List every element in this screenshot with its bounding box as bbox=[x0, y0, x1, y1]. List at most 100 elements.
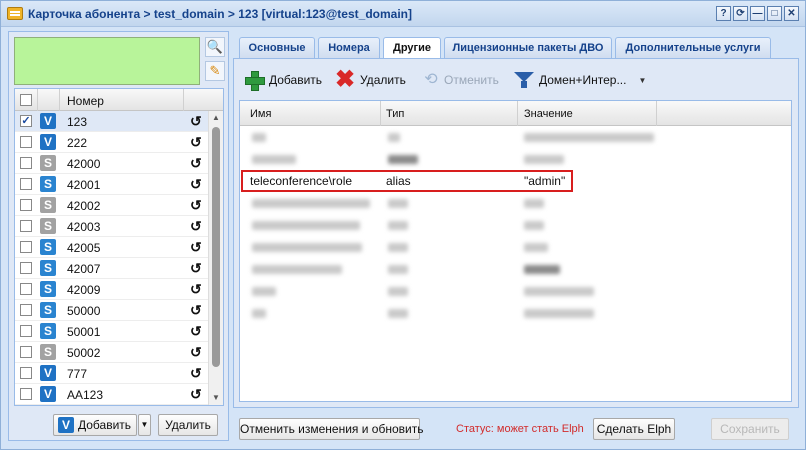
number-column-header[interactable]: Номер bbox=[67, 94, 104, 108]
history-icon[interactable]: ↺ bbox=[190, 176, 202, 193]
list-item[interactable]: V 222 ↺ bbox=[15, 132, 208, 153]
row-checkbox[interactable] bbox=[20, 199, 32, 211]
list-item[interactable]: ✓ V 123 ↺ bbox=[15, 111, 208, 132]
row-checkbox[interactable] bbox=[20, 136, 32, 148]
table-row[interactable] bbox=[240, 192, 791, 214]
help-button[interactable]: ? bbox=[716, 6, 731, 21]
list-item[interactable]: S 50002 ↺ bbox=[15, 342, 208, 363]
row-checkbox[interactable]: ✓ bbox=[20, 115, 32, 127]
virtual-icon: V bbox=[40, 365, 56, 381]
add-number-button[interactable]: V Добавить bbox=[53, 414, 137, 436]
row-checkbox[interactable] bbox=[20, 220, 32, 232]
plus-icon bbox=[243, 69, 265, 91]
row-checkbox[interactable] bbox=[20, 262, 32, 274]
scroll-thumb[interactable] bbox=[212, 127, 220, 367]
row-checkbox[interactable] bbox=[20, 346, 32, 358]
row-checkbox[interactable] bbox=[20, 241, 32, 253]
table-row[interactable] bbox=[240, 148, 791, 170]
history-icon[interactable]: ↺ bbox=[190, 323, 202, 340]
number-cell: 42000 bbox=[67, 157, 101, 171]
row-checkbox[interactable] bbox=[20, 388, 32, 400]
number-cell: 50000 bbox=[67, 304, 101, 318]
scroll-up-icon[interactable]: ▲ bbox=[209, 111, 223, 125]
history-icon[interactable]: ↺ bbox=[190, 155, 202, 172]
pencil-icon[interactable]: ✎ bbox=[205, 61, 225, 81]
tab-license-packages[interactable]: Лицензионные пакеты ДВО bbox=[444, 37, 612, 59]
number-cell: 42009 bbox=[67, 283, 101, 297]
history-icon[interactable]: ↺ bbox=[190, 218, 202, 235]
table-row[interactable] bbox=[240, 302, 791, 324]
table-row[interactable] bbox=[240, 258, 791, 280]
history-icon[interactable]: ↺ bbox=[190, 113, 202, 130]
undo-button[interactable]: ⟲ Отменить bbox=[422, 69, 499, 91]
sip-icon: S bbox=[40, 260, 56, 276]
history-icon[interactable]: ↺ bbox=[190, 197, 202, 214]
list-item[interactable]: S 42005 ↺ bbox=[15, 237, 208, 258]
table-row-highlighted[interactable]: teleconference\role alias "admin" bbox=[240, 170, 791, 192]
numbers-grid-header: Номер bbox=[15, 89, 223, 111]
make-elph-button[interactable]: Сделать Elph bbox=[593, 418, 675, 440]
table-row[interactable] bbox=[240, 280, 791, 302]
row-checkbox[interactable] bbox=[20, 367, 32, 379]
history-icon[interactable]: ↺ bbox=[190, 365, 202, 382]
minimize-button[interactable]: — bbox=[750, 6, 765, 21]
row-checkbox[interactable] bbox=[20, 157, 32, 169]
scroll-down-icon[interactable]: ▼ bbox=[209, 391, 223, 405]
table-row[interactable] bbox=[240, 126, 791, 148]
tab-main[interactable]: Основные bbox=[239, 37, 315, 59]
tab-other[interactable]: Другие bbox=[383, 37, 441, 60]
type-column-header[interactable]: Тип bbox=[386, 108, 404, 120]
history-icon[interactable]: ↺ bbox=[190, 134, 202, 151]
list-item[interactable]: S 42007 ↺ bbox=[15, 258, 208, 279]
status-text: Статус: может стать Elph bbox=[456, 423, 584, 435]
row-checkbox[interactable] bbox=[20, 304, 32, 316]
numbers-scrollbar[interactable]: ▲ ▼ bbox=[208, 111, 223, 405]
delete-number-button[interactable]: Удалить bbox=[158, 414, 218, 436]
number-cell: 42005 bbox=[67, 241, 101, 255]
list-item[interactable]: S 42001 ↺ bbox=[15, 174, 208, 195]
table-row[interactable] bbox=[240, 236, 791, 258]
list-item[interactable]: S 42003 ↺ bbox=[15, 216, 208, 237]
virtual-icon: V bbox=[40, 113, 56, 129]
number-cell: 42001 bbox=[67, 178, 101, 192]
history-icon[interactable]: ↺ bbox=[190, 239, 202, 256]
revert-and-refresh-button[interactable]: Отменить изменения и обновить bbox=[239, 418, 423, 440]
list-item[interactable]: S 42002 ↺ bbox=[15, 195, 208, 216]
row-checkbox[interactable] bbox=[20, 325, 32, 337]
save-button[interactable]: Сохранить bbox=[711, 418, 789, 440]
list-item[interactable]: S 50001 ↺ bbox=[15, 321, 208, 342]
select-all-checkbox[interactable] bbox=[20, 94, 32, 106]
list-item[interactable]: S 50000 ↺ bbox=[15, 300, 208, 321]
list-item[interactable]: S 42000 ↺ bbox=[15, 153, 208, 174]
tab-numbers[interactable]: Номера bbox=[318, 37, 380, 59]
filter-icon bbox=[513, 70, 535, 90]
value-column-header[interactable]: Значение bbox=[524, 108, 573, 120]
numbers-panel: 🔍 ✎ Номер ✓ V 123 ↺ V 222 ↺ S 42000 ↺ S 42001 ↺ S 4200… bbox=[8, 31, 229, 441]
list-item[interactable]: V AA123 ↺ bbox=[15, 384, 208, 405]
history-icon[interactable]: ↺ bbox=[190, 260, 202, 277]
history-icon[interactable]: ↺ bbox=[190, 302, 202, 319]
refresh-button[interactable]: ⟳ bbox=[733, 6, 748, 21]
add-button[interactable]: Добавить bbox=[243, 69, 322, 91]
sip-icon: S bbox=[40, 281, 56, 297]
row-checkbox[interactable] bbox=[20, 283, 32, 295]
sip-icon: S bbox=[40, 302, 56, 318]
history-icon[interactable]: ↺ bbox=[190, 281, 202, 298]
tab-additional-services[interactable]: Дополнительные услуги bbox=[615, 37, 771, 59]
numbers-grid: Номер ✓ V 123 ↺ V 222 ↺ S 42000 ↺ S 42001 ↺ S 42002 ↺ S 4… bbox=[14, 88, 224, 406]
list-item[interactable]: V 777 ↺ bbox=[15, 363, 208, 384]
history-icon[interactable]: ↺ bbox=[190, 386, 202, 403]
search-icon[interactable]: 🔍 bbox=[205, 37, 225, 57]
list-item[interactable]: S 42009 ↺ bbox=[15, 279, 208, 300]
name-column-header[interactable]: Имя bbox=[250, 108, 271, 120]
add-dropdown-button[interactable]: ▼ bbox=[138, 414, 151, 436]
history-icon[interactable]: ↺ bbox=[190, 344, 202, 361]
maximize-button[interactable]: □ bbox=[767, 6, 782, 21]
table-row[interactable] bbox=[240, 214, 791, 236]
filter-area[interactable] bbox=[14, 37, 200, 85]
close-button[interactable]: ✕ bbox=[784, 6, 799, 21]
domain-filter-button[interactable]: Домен+Интер... ▼ bbox=[513, 69, 646, 91]
delete-button[interactable]: ✖ Удалить bbox=[334, 68, 406, 92]
row-checkbox[interactable] bbox=[20, 178, 32, 190]
chevron-down-icon: ▼ bbox=[638, 75, 647, 85]
